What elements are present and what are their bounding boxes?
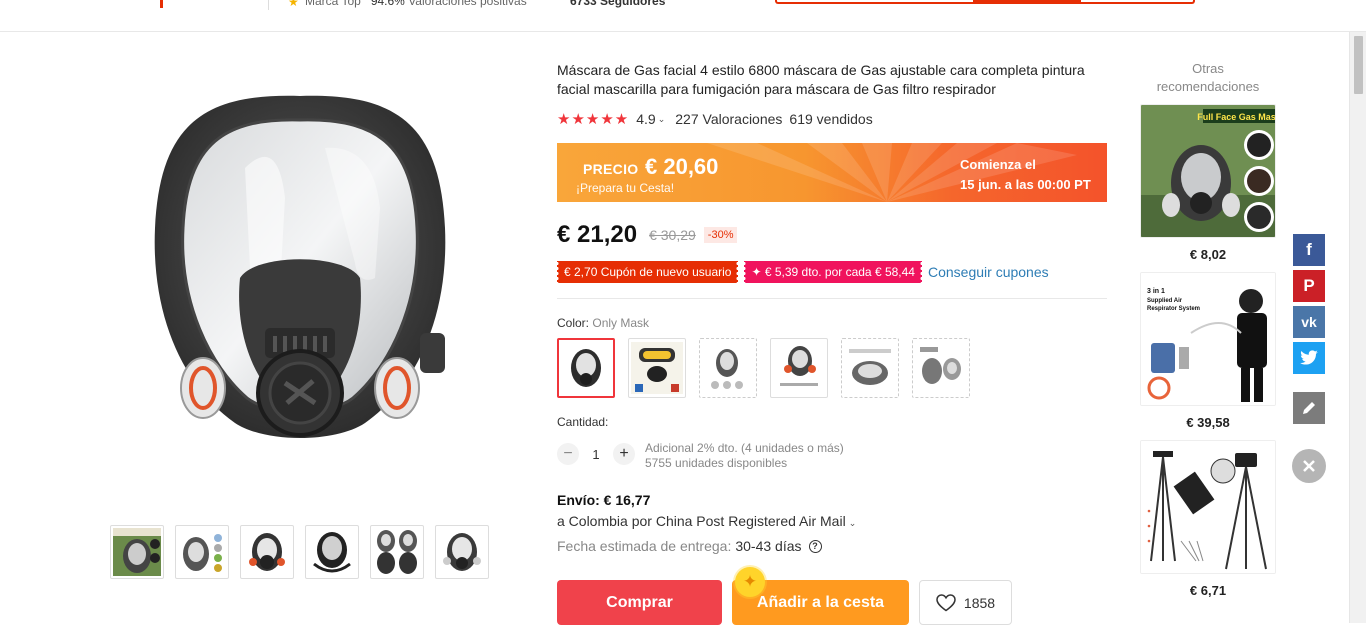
swatch-only-mask[interactable] xyxy=(557,338,615,398)
color-swatches xyxy=(557,338,970,398)
thumbnail-1[interactable] xyxy=(110,525,164,579)
recommendation-item[interactable]: Full Face Gas Mask € 8,02 xyxy=(1140,104,1276,264)
eta-value: 30-43 días xyxy=(735,538,802,554)
promo-banner: PRECIO € 20,60 ¡Prepara tu Cesta! Comien… xyxy=(557,143,1107,202)
promo-label: PRECIO xyxy=(583,161,639,177)
stock-text: 5755 unidades disponibles xyxy=(645,456,788,470)
swatch-6[interactable] xyxy=(912,338,970,398)
recommendation-price: € 8,02 xyxy=(1189,247,1227,262)
pinterest-icon[interactable]: P xyxy=(1293,270,1325,302)
color-label-text: Color: xyxy=(557,316,590,330)
quantity-stepper: − 1 + xyxy=(557,443,635,465)
sold-count: 619 vendidos xyxy=(789,111,873,127)
thumbnail-4[interactable] xyxy=(305,525,359,579)
wishlist-count: 1858 xyxy=(963,594,996,611)
promo-start-time: Comienza el 15 jun. a las 00:00 PT xyxy=(960,155,1091,195)
sparkle-icon: ✦ xyxy=(735,567,765,597)
quantity-info: Adicional 2% dto. (4 unidades o más) 575… xyxy=(645,441,844,471)
promo-start-line1: Comienza el xyxy=(960,157,1036,172)
top-brand-badge: Marca Top xyxy=(305,0,361,8)
positive-pct: 94.6% xyxy=(370,0,405,8)
decrease-button[interactable]: − xyxy=(557,443,579,465)
recommendation-item[interactable]: 3 in 1 Supplied Air Respirator System € … xyxy=(1140,272,1276,432)
thumbnail-5[interactable] xyxy=(370,525,424,579)
get-coupons-link[interactable]: Conseguir cupones xyxy=(928,264,1049,280)
original-price: € 30,29 xyxy=(649,227,696,243)
heart-icon xyxy=(936,593,956,612)
thumbnail-3[interactable] xyxy=(240,525,294,579)
store-rating: Marca Top 94.6% Valoraciones positivas xyxy=(305,0,527,8)
shipping-destination[interactable]: a Colombia por China Post Registered Air… xyxy=(557,513,856,529)
coupon-row: € 2,70 Cupón de nuevo usuario ✦ € 5,39 d… xyxy=(557,261,1049,283)
rating-stars-icon: ★★★★★ xyxy=(557,111,630,128)
recommendation-price: € 6,71 xyxy=(1189,583,1227,598)
bulk-discount-text: Adicional 2% dto. (4 unidades o más) xyxy=(645,441,844,455)
color-label: Color: Only Mask xyxy=(557,316,649,330)
rec-image-text: Respirator System xyxy=(1147,306,1200,312)
quantity-value[interactable]: 1 xyxy=(579,447,613,462)
swatch-3[interactable] xyxy=(699,338,757,398)
recommendations-panel: Otras recomendaciones Full Face Gas Mask… xyxy=(1140,60,1276,608)
recommendation-item[interactable]: € 6,71 xyxy=(1140,440,1276,600)
buy-now-button[interactable]: Comprar xyxy=(557,580,722,625)
image-thumbnails xyxy=(110,525,489,579)
increase-button[interactable]: + xyxy=(613,443,635,465)
twitter-icon[interactable] xyxy=(1293,342,1325,374)
price-row: € 21,20 € 30,29 -30% xyxy=(557,220,738,250)
edit-icon[interactable] xyxy=(1293,392,1325,424)
shipping-destination-text[interactable]: a Colombia por China Post Registered Air… xyxy=(557,513,846,529)
current-price: € 21,20 xyxy=(557,221,638,248)
search-scope[interactable] xyxy=(973,0,1081,2)
quantity-label: Cantidad: xyxy=(557,415,609,429)
recommendation-image[interactable]: 3 in 1 Supplied Air Respirator System xyxy=(1140,272,1276,406)
thumbnail-2[interactable] xyxy=(175,525,229,579)
divider xyxy=(268,0,269,10)
product-title: Máscara de Gas facial 4 estilo 6800 másc… xyxy=(557,62,1085,97)
close-icon[interactable] xyxy=(1292,449,1326,483)
rec-image-text: Supplied Air xyxy=(1147,298,1183,304)
swatch-4[interactable] xyxy=(770,338,828,398)
rec-image-text: 3 in 1 xyxy=(1147,288,1165,295)
thumbnail-6[interactable] xyxy=(435,525,489,579)
divider xyxy=(557,298,1107,299)
new-user-coupon[interactable]: € 2,70 Cupón de nuevo usuario xyxy=(557,261,739,283)
swatch-2[interactable] xyxy=(628,338,686,398)
main-product-image[interactable] xyxy=(75,48,525,510)
rating-row: ★★★★★ 4.9 ⌄ 227 Valoraciones 619 vendido… xyxy=(557,110,873,128)
vk-icon[interactable]: vk xyxy=(1293,306,1325,338)
recommendation-price: € 39,58 xyxy=(1186,415,1230,430)
scrollbar[interactable] xyxy=(1349,32,1366,623)
chevron-down-icon[interactable]: ⌄ xyxy=(658,114,666,125)
store-bar: ★ Marca Top 94.6% Valoraciones positivas … xyxy=(0,0,1366,32)
recommendation-image[interactable] xyxy=(1140,440,1276,574)
store-followers: 6733 Seguidores xyxy=(570,0,666,8)
store-coupon[interactable]: ✦ € 5,39 dto. por cada € 58,44 xyxy=(744,261,922,283)
recommendations-header: Otras recomendaciones xyxy=(1156,61,1260,94)
facebook-icon[interactable]: f xyxy=(1293,234,1325,266)
discount-badge: -30% xyxy=(703,227,738,243)
review-count[interactable]: 227 Valoraciones xyxy=(675,111,782,127)
selected-color: Only Mask xyxy=(592,316,650,330)
help-icon[interactable]: ? xyxy=(808,539,822,553)
search-box[interactable] xyxy=(775,0,1195,4)
rating-score[interactable]: 4.9 xyxy=(636,111,655,127)
chevron-down-icon[interactable]: ⌄ xyxy=(849,518,857,528)
positive-label: Valoraciones positivas xyxy=(408,0,527,8)
scrollbar-thumb[interactable] xyxy=(1354,36,1363,94)
delivery-estimate: Fecha estimada de entrega: 30-43 días ? xyxy=(557,538,822,554)
rec-image-text: Full Face Gas Mask xyxy=(1197,112,1276,122)
shipping-cost: Envío: € 16,77 xyxy=(557,492,651,508)
promo-subtitle: ¡Prepara tu Cesta! xyxy=(576,181,675,195)
swatch-5[interactable] xyxy=(841,338,899,398)
store-logo xyxy=(160,0,163,8)
recommendation-image[interactable]: Full Face Gas Mask xyxy=(1140,104,1276,238)
promo-price: € 20,60 xyxy=(645,154,719,179)
wishlist-button[interactable]: 1858 xyxy=(919,580,1012,625)
top-brand-icon: ★ xyxy=(288,0,299,9)
promo-start-line2: 15 jun. a las 00:00 PT xyxy=(960,177,1091,192)
share-buttons: f P vk xyxy=(1293,234,1325,374)
eta-label: Fecha estimada de entrega: xyxy=(557,538,732,554)
